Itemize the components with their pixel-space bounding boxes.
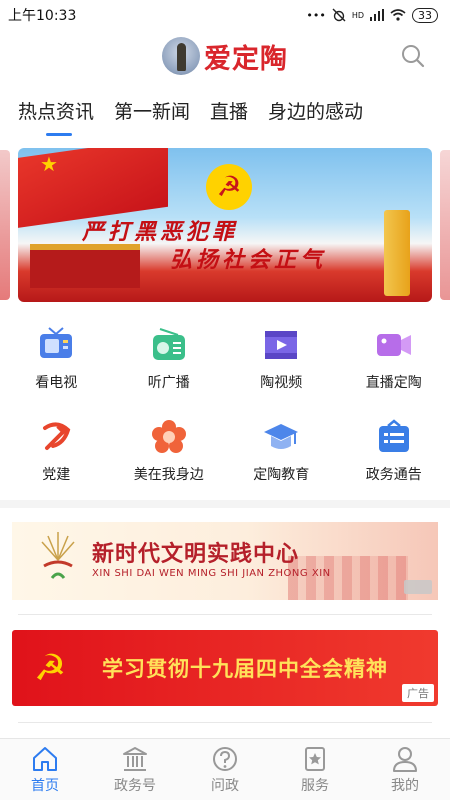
flower-icon (150, 418, 188, 456)
alarm-off-icon (332, 8, 346, 22)
grid-item-listen-radio[interactable]: 听广播 (113, 318, 226, 402)
radio-icon (150, 326, 188, 364)
civilization-subtitle: XIN SHI DAI WEN MING SHI JIAN ZHONG XIN (92, 568, 331, 579)
status-time: 上午10:33 (8, 8, 77, 24)
grid-label: 定陶教育 (253, 467, 310, 483)
battery-indicator: 33 (412, 7, 438, 23)
grid-label: 看电视 (35, 375, 78, 391)
nav-label: 服务 (301, 778, 329, 794)
carousel-prev-slide[interactable] (0, 150, 10, 300)
party-emblem-icon: ☭ (206, 164, 252, 210)
tab-hot-news[interactable]: 热点资讯 (18, 97, 95, 136)
signal-icon (370, 9, 384, 21)
section-separator (0, 500, 450, 508)
carousel-next-slide[interactable] (440, 150, 450, 300)
notice-icon (375, 418, 413, 456)
nav-label: 我的 (391, 778, 419, 794)
party-emblem-icon (37, 418, 75, 456)
active-tab-indicator (46, 132, 72, 136)
grid-item-government-notice[interactable]: 政务通告 (338, 410, 450, 494)
tab-touching-stories[interactable]: 身边的感动 (268, 97, 363, 124)
divider (18, 614, 432, 615)
profile-icon (393, 747, 417, 772)
grid-item-watch-tv[interactable]: 看电视 (0, 318, 113, 402)
party-banner-text: 学习贯彻十九届四中全会精神 (102, 656, 388, 681)
category-tabs: 热点资讯 第一新闻 直播 身边的感动 (0, 90, 450, 136)
grid-label: 听广播 (147, 375, 190, 391)
huabiao-pillar-graphic (384, 210, 410, 296)
wifi-icon (390, 9, 406, 21)
nav-label: 首页 (31, 778, 59, 794)
grid-label: 党建 (42, 467, 71, 483)
nav-services[interactable]: 服务 (270, 739, 360, 800)
government-building-icon (123, 747, 147, 771)
civilization-emblem-icon (41, 532, 75, 579)
question-icon (213, 747, 237, 771)
grid-item-party-building[interactable]: 党建 (0, 410, 113, 494)
ad-label: 广告 (402, 684, 434, 702)
banner-subheadline: 弘扬社会正气 (170, 247, 327, 273)
nav-inquiry[interactable]: 问政 (180, 739, 270, 800)
search-icon[interactable] (400, 43, 426, 69)
grid-label: 陶视频 (260, 375, 303, 391)
app-title: 爱定陶 (204, 43, 288, 75)
nav-profile[interactable]: 我的 (360, 739, 450, 800)
carousel-banner[interactable]: ★ ☭ 严打黑恶犯罪 弘扬社会正气 (18, 148, 432, 302)
signal-label: HD (351, 10, 364, 20)
nav-government-accounts[interactable]: 政务号 (90, 739, 180, 800)
app-logo (162, 37, 200, 75)
status-icons: ••• HD 33 (306, 7, 438, 23)
tab-label: 第一新闻 (114, 100, 191, 123)
tab-label: 身边的感动 (268, 100, 364, 123)
nav-label: 政务号 (114, 778, 156, 794)
civilization-title: 新时代文明实践中心 (92, 541, 300, 567)
ad-badge (404, 580, 432, 594)
home-icon (33, 747, 57, 771)
grid-item-beauty-around-me[interactable]: 美在我身边 (113, 410, 226, 494)
video-icon (262, 326, 300, 364)
feature-grid: 看电视 听广播 陶视频 直播定陶 党建 美在我身边 定陶教育 政务通告 (0, 318, 450, 493)
tv-icon (37, 326, 75, 364)
tab-label: 热点资讯 (18, 100, 95, 123)
graduation-cap-icon (262, 418, 300, 456)
civilization-center-banner[interactable]: 新时代文明实践中心 XIN SHI DAI WEN MING SHI JIAN … (12, 522, 438, 600)
more-dots-icon: ••• (306, 8, 326, 22)
grid-item-live-dingtao[interactable]: 直播定陶 (338, 318, 450, 402)
tiananmen-graphic (30, 244, 140, 288)
tab-live[interactable]: 直播 (210, 97, 248, 124)
grid-label: 直播定陶 (365, 375, 422, 391)
nav-label: 问政 (211, 778, 239, 794)
party-emblem-icon: ☭ (34, 647, 67, 689)
app-header: 爱定陶 (0, 30, 450, 82)
divider (18, 722, 432, 723)
grid-label: 美在我身边 (133, 467, 204, 483)
grid-label: 政务通告 (365, 467, 422, 483)
service-star-icon (305, 747, 325, 771)
nav-home[interactable]: 首页 (0, 739, 90, 800)
bottom-navigation: 首页 政务号 问政 服务 我的 (0, 738, 450, 800)
camera-icon (375, 326, 413, 364)
grid-item-tao-video[interactable]: 陶视频 (225, 318, 338, 402)
tab-label: 直播 (210, 100, 249, 123)
grid-item-dingtao-education[interactable]: 定陶教育 (225, 410, 338, 494)
party-study-banner[interactable]: ☭ 学习贯彻十九届四中全会精神 广告 (12, 630, 438, 706)
status-bar: 上午10:33 ••• HD 33 (0, 0, 450, 30)
stars-icon: ★ (40, 152, 58, 176)
tab-first-news[interactable]: 第一新闻 (114, 97, 190, 124)
